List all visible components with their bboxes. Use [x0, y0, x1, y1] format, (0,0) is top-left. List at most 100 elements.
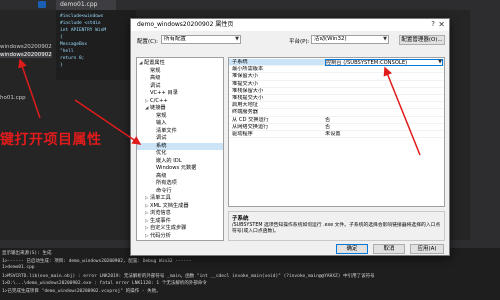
output-line: 1>D:\...\demo_windows20200902.exe : fata… [2, 281, 207, 286]
tree-item[interactable]: Windows 元数据 [137, 165, 223, 172]
tree-item-label: 浏览信息 [150, 210, 171, 216]
code-editor[interactable]: #include<windows #include <stdio int APIEN… [56, 10, 136, 80]
tree-item-label: 代码分析 [150, 232, 171, 239]
property-name: 堆栈提交大小 [232, 95, 264, 101]
tree-item-label: C/C++ [150, 97, 168, 104]
help-icon[interactable]: ? [431, 20, 435, 28]
property-value[interactable]: 控制台 (/SUBSYSTEM:CONSOLE) [325, 59, 443, 66]
property-name: 堆保留大小 [232, 73, 258, 80]
tree-item-label: 优化 [156, 150, 167, 156]
output-line: 1>已完成生成项目 "demo_windows20200902.vcxproj"… [2, 288, 161, 294]
file-node[interactable]: ho01.cpp [0, 95, 26, 101]
tree-item-label: XML 文档生成器 [150, 202, 189, 209]
tree-item[interactable]: ▷ C/C++ [137, 98, 223, 105]
config-select[interactable]: 所有配置 ▼ [161, 35, 241, 44]
output-line: 1>MSVCRTD.lib(exe_main.obj) : error LNK2… [2, 273, 375, 279]
output-line: 显示输出来源(S): 生成 [2, 251, 52, 256]
project-node-selected[interactable]: windows20200902 [0, 52, 52, 58]
tree-item[interactable]: ◢ 链接器 [137, 105, 223, 112]
tree-item[interactable]: 调试 [137, 135, 223, 142]
property-row[interactable]: 驱动程序 未设置 [229, 131, 444, 139]
tab-demo01[interactable]: demo01.cpp [56, 0, 116, 10]
tree-item-label: 常规 [150, 67, 161, 74]
tree-item-label: VC++ 目录 [150, 90, 178, 96]
tree-item[interactable]: ▷ 代码分析 [137, 233, 223, 240]
code-line: } [60, 63, 63, 68]
cancel-button[interactable]: 取消 [373, 244, 405, 254]
tree-item[interactable]: ▷ 浏览信息 [137, 210, 223, 217]
code-line: MessageBox [60, 42, 88, 47]
ok-button[interactable]: 确定 [336, 244, 368, 254]
config-manager-button[interactable]: 配置管理器(O)... [399, 35, 445, 45]
tree-item-label: 高级 [150, 75, 161, 81]
tree-item[interactable]: ▷ XML 文档生成器 [137, 203, 223, 210]
property-value[interactable]: 否 [325, 124, 443, 131]
output-line: 1>------ 已启动生成: 项目: demo_windows20200902… [2, 258, 192, 264]
tree-item[interactable]: 调试 [137, 83, 223, 90]
code-line: { [60, 35, 63, 40]
tree-item[interactable]: 嵌入的 IDL [137, 158, 223, 165]
property-row[interactable]: 最小所需版本 [229, 66, 444, 74]
property-row[interactable]: 堆栈提交大小 [229, 95, 444, 103]
tree-item[interactable]: 输入 [137, 120, 223, 127]
code-line: #include<windows [60, 14, 104, 19]
chevron-down-icon: ▼ [383, 36, 387, 42]
tree-item[interactable]: 清单文件 [137, 128, 223, 135]
tree-item-label: 生成事件 [150, 217, 171, 224]
right-panel [470, 10, 500, 240]
platform-select[interactable]: 活动(Win32) ▼ [311, 35, 389, 44]
tree-item-label: 高级 [156, 172, 167, 179]
tree-item-label: 输入 [156, 120, 167, 126]
property-row[interactable]: 堆栈保留大小 [229, 88, 444, 95]
property-name: 从网络交换运行 [232, 123, 269, 130]
property-row[interactable]: 从 CD 交换运行 否 [229, 117, 444, 124]
property-row[interactable]: 堆提交大小 [229, 81, 444, 88]
tree-item-label: 调试 [150, 82, 161, 89]
property-name: 驱动程序 [232, 131, 253, 137]
tree-item-label: 链接器 [150, 105, 166, 111]
property-name: 子系统 [232, 59, 248, 65]
tree-item[interactable]: ▷ 自定义生成步骤 [137, 225, 223, 232]
tree-item[interactable]: 高级 [137, 75, 223, 82]
property-row[interactable]: 终端服务器 [229, 109, 444, 117]
tree-item[interactable]: 常规 [137, 68, 223, 75]
property-row[interactable]: 堆保留大小 [229, 73, 444, 81]
property-name: 最小所需版本 [232, 66, 264, 73]
tree-item[interactable]: ◢ 配置属性 [137, 60, 223, 67]
tree-item[interactable]: 优化 [137, 150, 223, 157]
property-value[interactable]: 未设置 [325, 131, 443, 138]
property-value[interactable]: 否 [325, 117, 443, 124]
tree-item-label: Windows 元数据 [156, 165, 197, 171]
tree-item[interactable]: 所有选项 [137, 180, 223, 187]
tree-item[interactable]: ▷ 清单工具 [137, 195, 223, 202]
tree-item[interactable]: 系统 [137, 142, 223, 150]
close-icon[interactable]: ✕ [438, 19, 445, 31]
platform-select-value: 活动(Win32) [314, 36, 347, 42]
tree-item[interactable]: 高级 [137, 173, 223, 180]
code-line: int APIENTRY WinM [60, 28, 107, 33]
project-node[interactable]: windows20200902 [0, 44, 52, 50]
chevron-down-icon[interactable]: ▼ [438, 59, 442, 66]
apply-button[interactable]: 应用(A) [410, 244, 444, 254]
property-name: 启用大地址 [232, 102, 258, 109]
vs-logo-icon [38, 1, 46, 8]
tree-item-label: 调试 [156, 135, 167, 141]
property-tree: ◢ 配置属性 常规 高级 调试 VC++ 目录 ▷ C/C++ ◢ 链接器 常规 输入 清单文件 调试 系统… [136, 57, 224, 241]
description-title: 子系统 [232, 216, 249, 222]
tree-item-label: 常规 [156, 112, 167, 119]
property-row[interactable]: 子系统 控制台 (/SUBSYSTEM:CONSOLE) ▼ [229, 59, 444, 67]
tree-item-label: 嵌入的 IDL [156, 157, 182, 164]
config-label: 配置(C): [137, 39, 158, 45]
description-text: /SUBSYSTEM 选项告知操作系统如何运行 .exe 文件。子系统的选择会影… [232, 223, 441, 234]
property-row[interactable]: 从网络交换运行 否 [229, 124, 444, 131]
tree-item[interactable]: VC++ 目录 [137, 90, 223, 97]
tree-item-label: 配置属性 [144, 60, 165, 66]
tree-item[interactable]: 常规 [137, 113, 223, 120]
tree-item[interactable]: 命令行 [137, 188, 223, 195]
tree-item-label: 清单工具 [150, 195, 171, 201]
tree-item[interactable]: ▷ 生成事件 [137, 218, 223, 225]
property-name: 从 CD 交换运行 [232, 116, 269, 123]
tree-item-label: 自定义生成步骤 [150, 225, 187, 231]
solution-explorer: windows20200902 windows20200902 ho01.cpp [0, 10, 56, 240]
property-row[interactable]: 启用大地址 [229, 102, 444, 110]
